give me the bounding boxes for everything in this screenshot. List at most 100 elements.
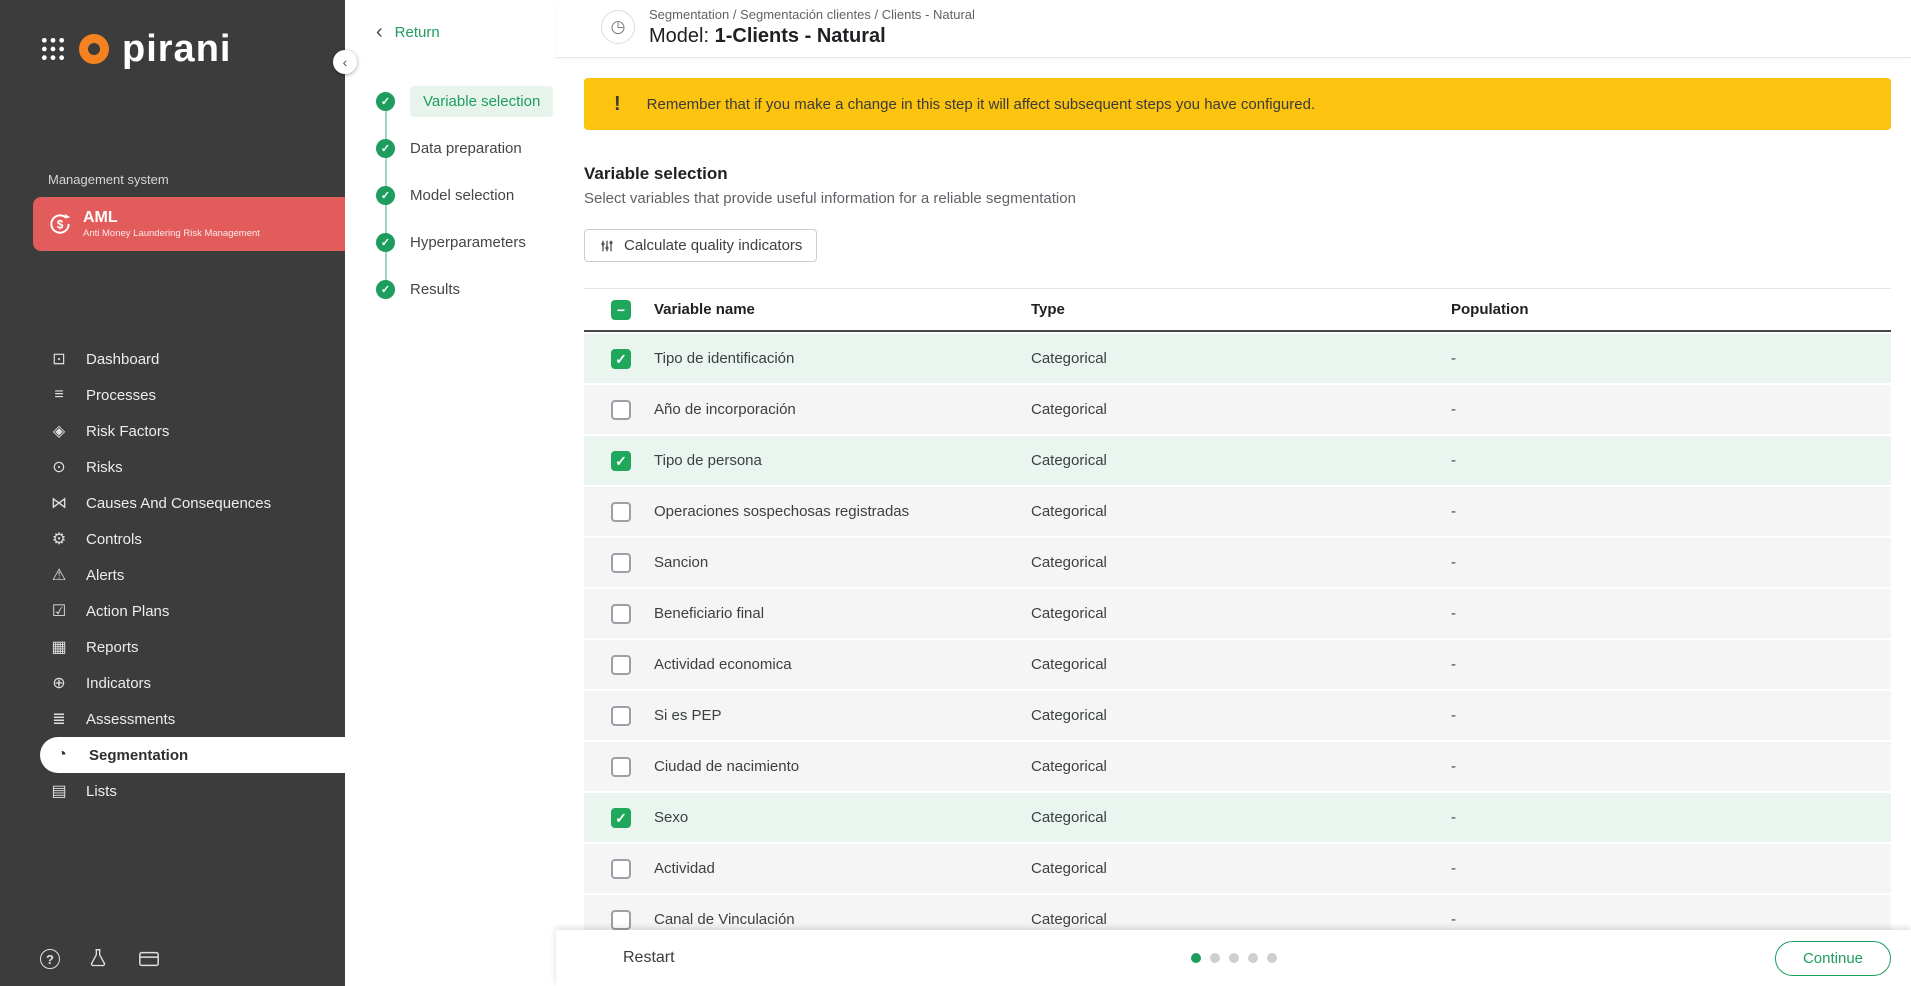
segmentation-icon: ◔ <box>52 746 72 764</box>
step-check-icon: ✓ <box>376 139 395 158</box>
pagination-dot-2[interactable] <box>1210 953 1220 963</box>
sidebar-item-label: Risks <box>86 459 123 476</box>
table-row[interactable]: Tipo de persona Categorical - <box>584 436 1891 485</box>
sidebar-item-reports[interactable]: ▦ Reports <box>0 629 345 665</box>
card-icon[interactable] <box>138 948 160 970</box>
module-banner-aml[interactable]: $ AML Anti Money Laundering Risk Managem… <box>33 197 345 251</box>
row-checkbox[interactable] <box>611 808 631 828</box>
row-population: - <box>1451 656 1891 673</box>
sidebar-item-action-plans[interactable]: ☑ Action Plans <box>0 593 345 629</box>
management-system-label: Management system <box>48 172 345 187</box>
step-label: Variable selection <box>410 86 553 117</box>
sidebar-item-assessments[interactable]: ≣ Assessments <box>0 701 345 737</box>
row-checkbox[interactable] <box>611 502 631 522</box>
pagination-dot-5[interactable] <box>1267 953 1277 963</box>
select-all-checkbox[interactable] <box>611 300 631 320</box>
breadcrumb[interactable]: Segmentation / Segmentación clientes / C… <box>649 7 975 22</box>
sidebar-item-risks[interactable]: ⊙ Risks <box>0 449 345 485</box>
indicators-icon: ⊕ <box>49 673 69 693</box>
step-check-icon: ✓ <box>376 233 395 252</box>
sidebar-item-alerts[interactable]: ⚠ Alerts <box>0 557 345 593</box>
table-row[interactable]: Si es PEP Categorical - <box>584 691 1891 740</box>
table-row[interactable]: Actividad economica Categorical - <box>584 640 1891 689</box>
table-row[interactable]: Sexo Categorical - <box>584 793 1891 842</box>
table-header: Variable name Type Population <box>584 288 1891 332</box>
pagination-dot-4[interactable] <box>1248 953 1258 963</box>
sidebar-item-label: Reports <box>86 639 139 656</box>
row-checkbox[interactable] <box>611 349 631 369</box>
column-header-type[interactable]: Type <box>1031 301 1451 318</box>
sidebar-item-segmentation[interactable]: ◔ Segmentation <box>40 737 345 773</box>
table-row[interactable]: Ciudad de nacimiento Categorical - <box>584 742 1891 791</box>
apps-grid-icon[interactable] <box>40 36 66 62</box>
table-row[interactable]: Actividad Categorical - <box>584 844 1891 893</box>
step-model-selection[interactable]: ✓ Model selection <box>376 172 556 219</box>
row-checkbox[interactable] <box>611 604 631 624</box>
continue-button[interactable]: Continue <box>1775 941 1891 976</box>
step-label: Model selection <box>410 187 514 204</box>
pagination-dot-1[interactable] <box>1191 953 1201 963</box>
equalizer-icon <box>599 238 615 254</box>
sidebar-item-label: Risk Factors <box>86 423 169 440</box>
step-data-preparation[interactable]: ✓ Data preparation <box>376 125 556 172</box>
row-checkbox[interactable] <box>611 553 631 573</box>
column-header-variable-name[interactable]: Variable name <box>654 301 1031 318</box>
stepper-panel: ‹ Return ✓ Variable selection ✓ Data pre… <box>345 0 556 986</box>
pirani-logo-icon <box>79 34 109 64</box>
calculate-quality-button[interactable]: Calculate quality indicators <box>584 229 817 262</box>
row-checkbox[interactable] <box>611 757 631 777</box>
row-variable-name: Año de incorporación <box>654 401 1031 418</box>
sidebar-item-label: Assessments <box>86 711 175 728</box>
step-variable-selection[interactable]: ✓ Variable selection <box>376 78 556 125</box>
step-results[interactable]: ✓ Results <box>376 266 556 313</box>
row-checkbox[interactable] <box>611 910 631 930</box>
row-variable-name: Actividad <box>654 860 1031 877</box>
model-name: 1-Clients - Natural <box>715 25 886 47</box>
row-checkbox[interactable] <box>611 859 631 879</box>
row-checkbox[interactable] <box>611 451 631 471</box>
table-row[interactable]: Beneficiario final Categorical - <box>584 589 1891 638</box>
sidebar-item-indicators[interactable]: ⊕ Indicators <box>0 665 345 701</box>
table-row[interactable]: Canal de Vinculación Categorical - <box>584 895 1891 930</box>
sidebar-item-lists[interactable]: ▤ Lists <box>0 773 345 809</box>
table-row[interactable]: Año de incorporación Categorical - <box>584 385 1891 434</box>
sidebar-collapse-button[interactable]: ‹ <box>333 50 357 74</box>
table-row[interactable]: Tipo de identificación Categorical - <box>584 334 1891 383</box>
row-population: - <box>1451 911 1891 928</box>
return-button[interactable]: ‹ Return <box>345 22 556 42</box>
segmentation-model-icon: ◷ <box>601 10 635 44</box>
sidebar-item-label: Action Plans <box>86 603 169 620</box>
sidebar-item-causes-and-consequences[interactable]: ⋈ Causes And Consequences <box>0 485 345 521</box>
row-checkbox[interactable] <box>611 706 631 726</box>
page-header: ◷ Segmentation / Segmentación clientes /… <box>556 0 1911 58</box>
row-checkbox[interactable] <box>611 655 631 675</box>
row-variable-name: Canal de Vinculación <box>654 911 1031 928</box>
warning-banner: ! Remember that if you make a change in … <box>584 78 1891 130</box>
step-label: Data preparation <box>410 140 522 157</box>
sidebar-item-processes[interactable]: ≡ Processes <box>0 377 345 413</box>
row-type: Categorical <box>1031 809 1451 826</box>
sidebar-item-risk-factors[interactable]: ◈ Risk Factors <box>0 413 345 449</box>
row-variable-name: Si es PEP <box>654 707 1031 724</box>
svg-text:$: $ <box>57 217 64 231</box>
table-row[interactable]: Sancion Categorical - <box>584 538 1891 587</box>
lab-flask-icon[interactable] <box>88 948 110 970</box>
row-variable-name: Sancion <box>654 554 1031 571</box>
row-variable-name: Sexo <box>654 809 1031 826</box>
row-variable-name: Tipo de identificación <box>654 350 1031 367</box>
money-laundering-icon: $ <box>47 211 73 237</box>
row-type: Categorical <box>1031 605 1451 622</box>
row-variable-name: Ciudad de nacimiento <box>654 758 1031 775</box>
step-hyperparameters[interactable]: ✓ Hyperparameters <box>376 219 556 266</box>
sidebar-menu: ⊡ Dashboard ≡ Processes ◈ Risk Factors ⊙… <box>0 341 345 809</box>
reports-icon: ▦ <box>49 637 69 657</box>
restart-button[interactable]: Restart <box>623 949 675 967</box>
column-header-population[interactable]: Population <box>1451 301 1891 318</box>
help-icon[interactable]: ? <box>40 949 60 969</box>
sidebar-item-dashboard[interactable]: ⊡ Dashboard <box>0 341 345 377</box>
row-checkbox[interactable] <box>611 400 631 420</box>
sidebar-item-label: Controls <box>86 531 142 548</box>
sidebar-item-controls[interactable]: ⚙ Controls <box>0 521 345 557</box>
table-row[interactable]: Operaciones sospechosas registradas Cate… <box>584 487 1891 536</box>
pagination-dot-3[interactable] <box>1229 953 1239 963</box>
